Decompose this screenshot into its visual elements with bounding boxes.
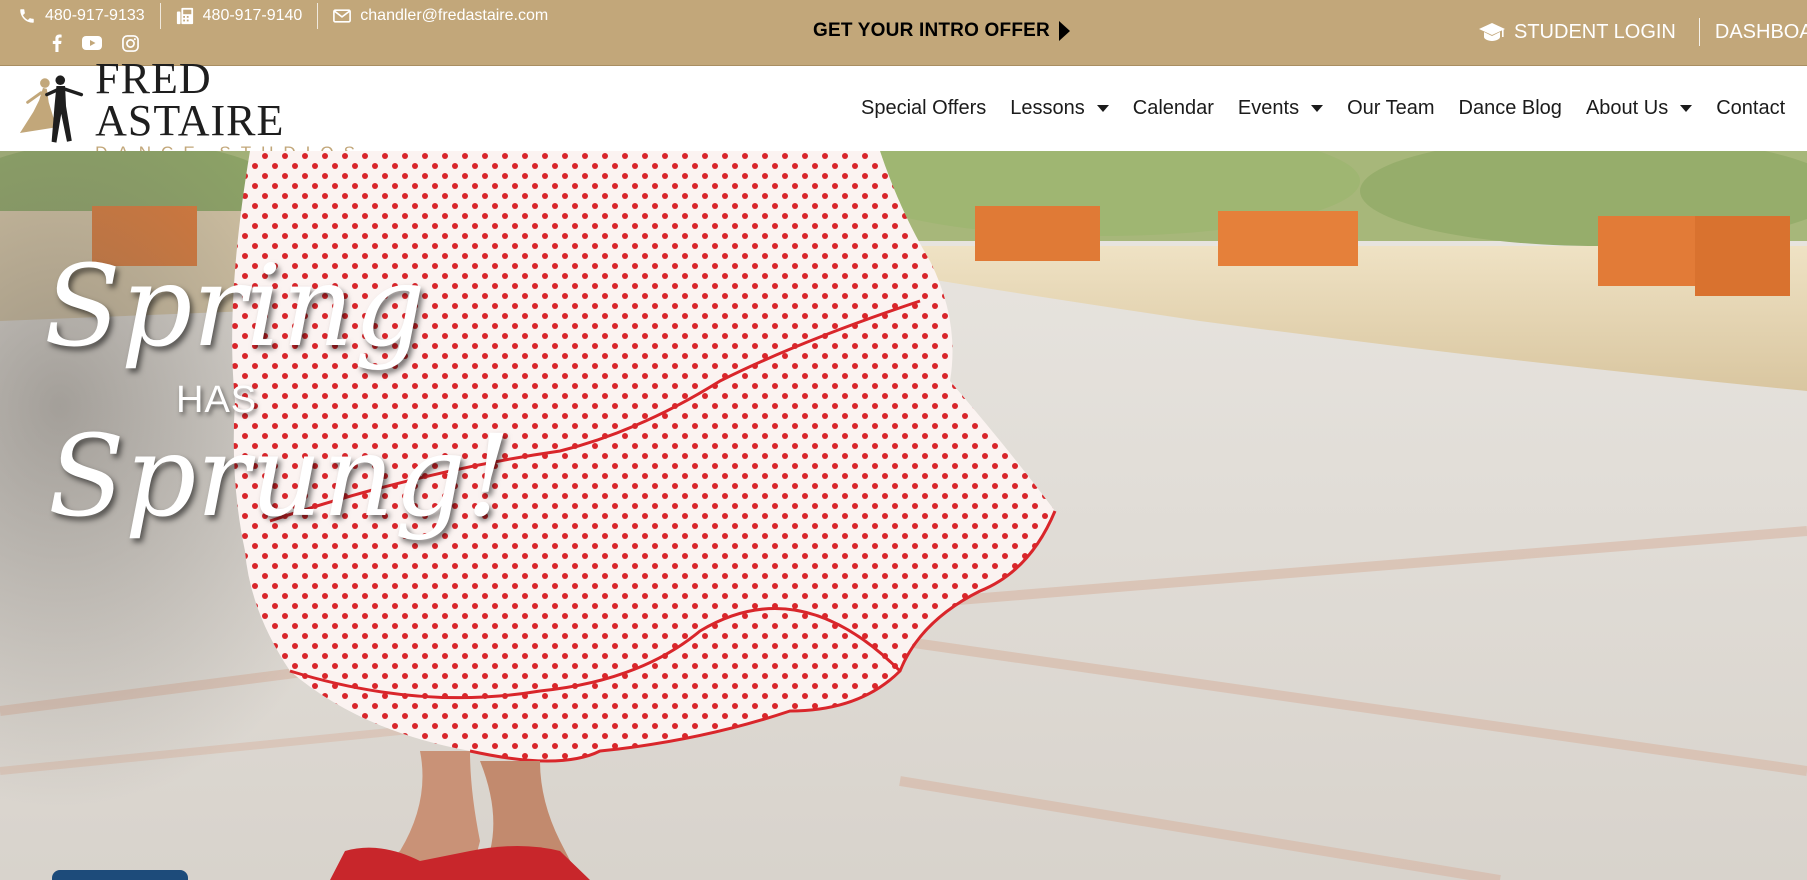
intro-offer-link[interactable]: GET YOUR INTRO OFFER [813, 20, 1070, 42]
instagram-icon [122, 34, 139, 52]
hero-line-sprung: Sprung! [48, 412, 511, 542]
nav-item-calendar[interactable]: Calendar [1133, 97, 1214, 120]
student-login-link[interactable]: STUDENT LOGIN [1478, 21, 1676, 44]
nav-item-label: Events [1237, 97, 1300, 119]
contact-row: 480-917-9133 480-917-9140 chandler@freda… [18, 3, 548, 29]
student-login-label: STUDENT LOGIN [1514, 20, 1676, 43]
envelope-icon [333, 9, 352, 23]
intro-offer-label: GET YOUR INTRO OFFER [813, 20, 1050, 41]
caret-down-icon [1311, 105, 1324, 112]
nav-item-label: Contact [1716, 97, 1786, 119]
nav-item-events[interactable]: Events [1237, 97, 1324, 120]
dashboard-link[interactable]: DASHBOARD [1715, 21, 1807, 44]
nav-item-label: Lessons [1010, 97, 1085, 119]
dancers-logo-icon [19, 75, 84, 143]
nav-item-label: Special Offers [861, 97, 987, 119]
site-logo[interactable]: FRED ASTAIRE DANCE STUDIOS [18, 57, 398, 162]
nav-item-lessons[interactable]: Lessons [1010, 97, 1109, 120]
divider [317, 3, 319, 29]
nav-item-about-us[interactable]: About Us [1585, 97, 1693, 120]
hero-banner: Spring HAS Sprung! [0, 151, 1807, 880]
facebook-icon [52, 34, 62, 52]
email-link[interactable]: chandler@fredastaire.com [333, 7, 548, 25]
top-bar: 480-917-9133 480-917-9140 chandler@freda… [0, 0, 1807, 66]
dashboard-label: DASHBOARD [1714, 20, 1807, 43]
youtube-icon [82, 36, 102, 50]
nav-item-label: Dance Blog [1458, 97, 1562, 119]
nav-item-contact[interactable]: Contact [1716, 97, 1785, 120]
caret-down-icon [1096, 105, 1109, 112]
instagram-link[interactable] [122, 34, 139, 52]
social-links [52, 34, 159, 52]
logo-text: FRED ASTAIRE DANCE STUDIOS [95, 54, 398, 162]
nav-item-special-offers[interactable]: Special Offers [861, 97, 986, 120]
account-links: STUDENT LOGIN DASHBOARD [1478, 18, 1807, 46]
divider [1698, 18, 1700, 46]
hero-headline: Spring HAS Sprung! [36, 221, 511, 641]
nav-item-dance-blog[interactable]: Dance Blog [1459, 97, 1562, 120]
graduation-cap-icon [1479, 23, 1505, 41]
youtube-link[interactable] [82, 36, 102, 50]
fax-icon [176, 7, 193, 25]
facebook-link[interactable] [52, 34, 62, 52]
nav-item-label: Our Team [1347, 97, 1435, 119]
hero-line-spring: Spring [44, 242, 426, 372]
nav-item-our-team[interactable]: Our Team [1347, 97, 1434, 120]
nav-item-label: About Us [1585, 97, 1669, 119]
email-address: chandler@fredastaire.com [360, 7, 549, 24]
fax-link[interactable]: 480-917-9140 [176, 6, 303, 26]
site-header: FRED ASTAIRE DANCE STUDIOS Special Offer… [0, 57, 1807, 162]
fax-number: 480-917-9140 [202, 7, 303, 24]
caret-down-icon [1680, 105, 1693, 112]
phone-link[interactable]: 480-917-9133 [18, 7, 145, 25]
hero-cta-button[interactable] [52, 870, 188, 880]
phone-icon [20, 9, 34, 23]
play-arrow-icon [1058, 21, 1070, 41]
divider [159, 3, 161, 29]
main-nav: Special Offers Lessons Calendar Events O… [861, 97, 1807, 120]
logo-title: FRED ASTAIRE [95, 54, 285, 145]
nav-item-label: Calendar [1132, 97, 1214, 119]
phone-number: 480-917-9133 [45, 7, 145, 24]
